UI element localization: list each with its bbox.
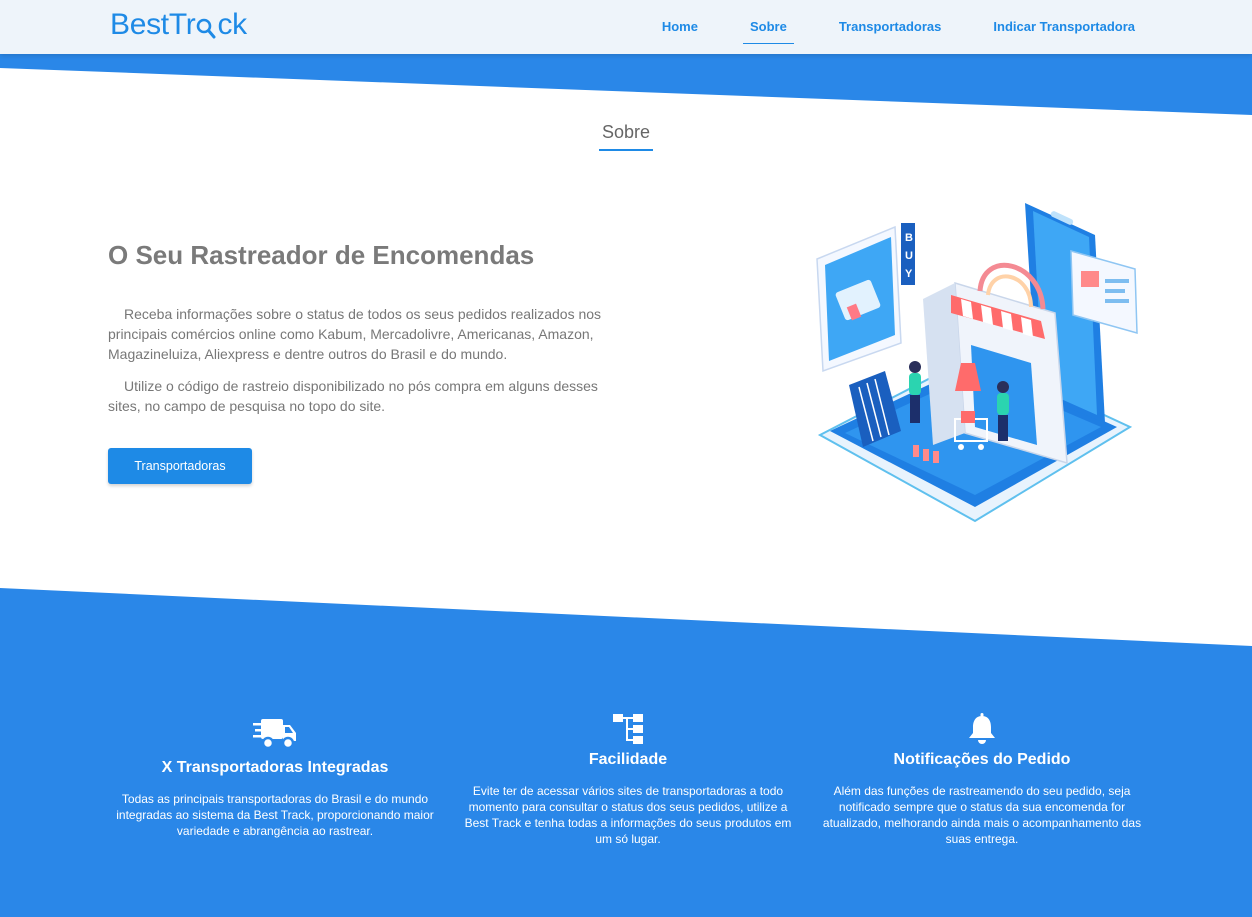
sitemap-icon (463, 713, 793, 751)
logo-text-start: BestTr (110, 8, 196, 41)
svg-text:U: U (905, 250, 913, 262)
hero-text: Receba informações sobre o status de tod… (108, 304, 628, 428)
svg-text:B: B (905, 232, 913, 244)
truck-icon (110, 715, 440, 759)
nav-indicar-transportadora[interactable]: Indicar Transportadora (986, 11, 1142, 43)
hero-heading: O Seu Rastreador de Encomendas (108, 240, 535, 270)
bell-icon (817, 713, 1147, 751)
brand-logo[interactable]: BestTr ck (110, 8, 247, 42)
logo-text-end: ck (217, 8, 247, 41)
feature-title: Notificações do Pedido (893, 751, 1071, 768)
feature-title: Facilidade (588, 751, 668, 768)
feature-text: Evite ter de acessar vários sites de tra… (464, 784, 792, 846)
feature-text: Além das funções de rastreamendo do seu … (822, 784, 1142, 846)
main-nav: Home Sobre Transportadoras Indicar Trans… (617, 0, 1142, 54)
feature-transportadoras: X Transportadoras Integradas Todas as pr… (110, 705, 440, 839)
feature-text: Todas as principais transportadoras do B… (116, 792, 434, 838)
magnifier-icon (196, 12, 216, 39)
features-section: X Transportadoras Integradas Todas as pr… (0, 705, 1252, 905)
nav-transportadoras[interactable]: Transportadoras (832, 11, 949, 43)
nav-home[interactable]: Home (655, 11, 705, 43)
feature-title: X Transportadoras Integradas (161, 759, 389, 776)
hero-paragraph-1: Receba informações sobre o status de tod… (108, 306, 602, 362)
transportadoras-button[interactable]: Transportadoras (108, 448, 252, 484)
navbar: BestTr ck Home Sobre Transportadoras Indi… (0, 0, 1252, 54)
feature-facilidade: Facilidade Evite ter de acessar vários s… (463, 705, 793, 847)
isometric-shop-illustration: B U Y (816, 203, 1138, 523)
feature-notificacoes: Notificações do Pedido Além das funções … (817, 705, 1147, 847)
page: BestTr ck Home Sobre Transportadoras Indi… (0, 0, 1252, 917)
section-title: Sobre (598, 122, 654, 151)
top-diagonal-band (0, 54, 1252, 115)
svg-text:Y: Y (905, 268, 913, 280)
section-title-wrap: Sobre (0, 122, 1252, 151)
nav-sobre[interactable]: Sobre (742, 11, 794, 44)
hero-paragraph-2: Utilize o código de rastreio disponibili… (108, 378, 598, 414)
